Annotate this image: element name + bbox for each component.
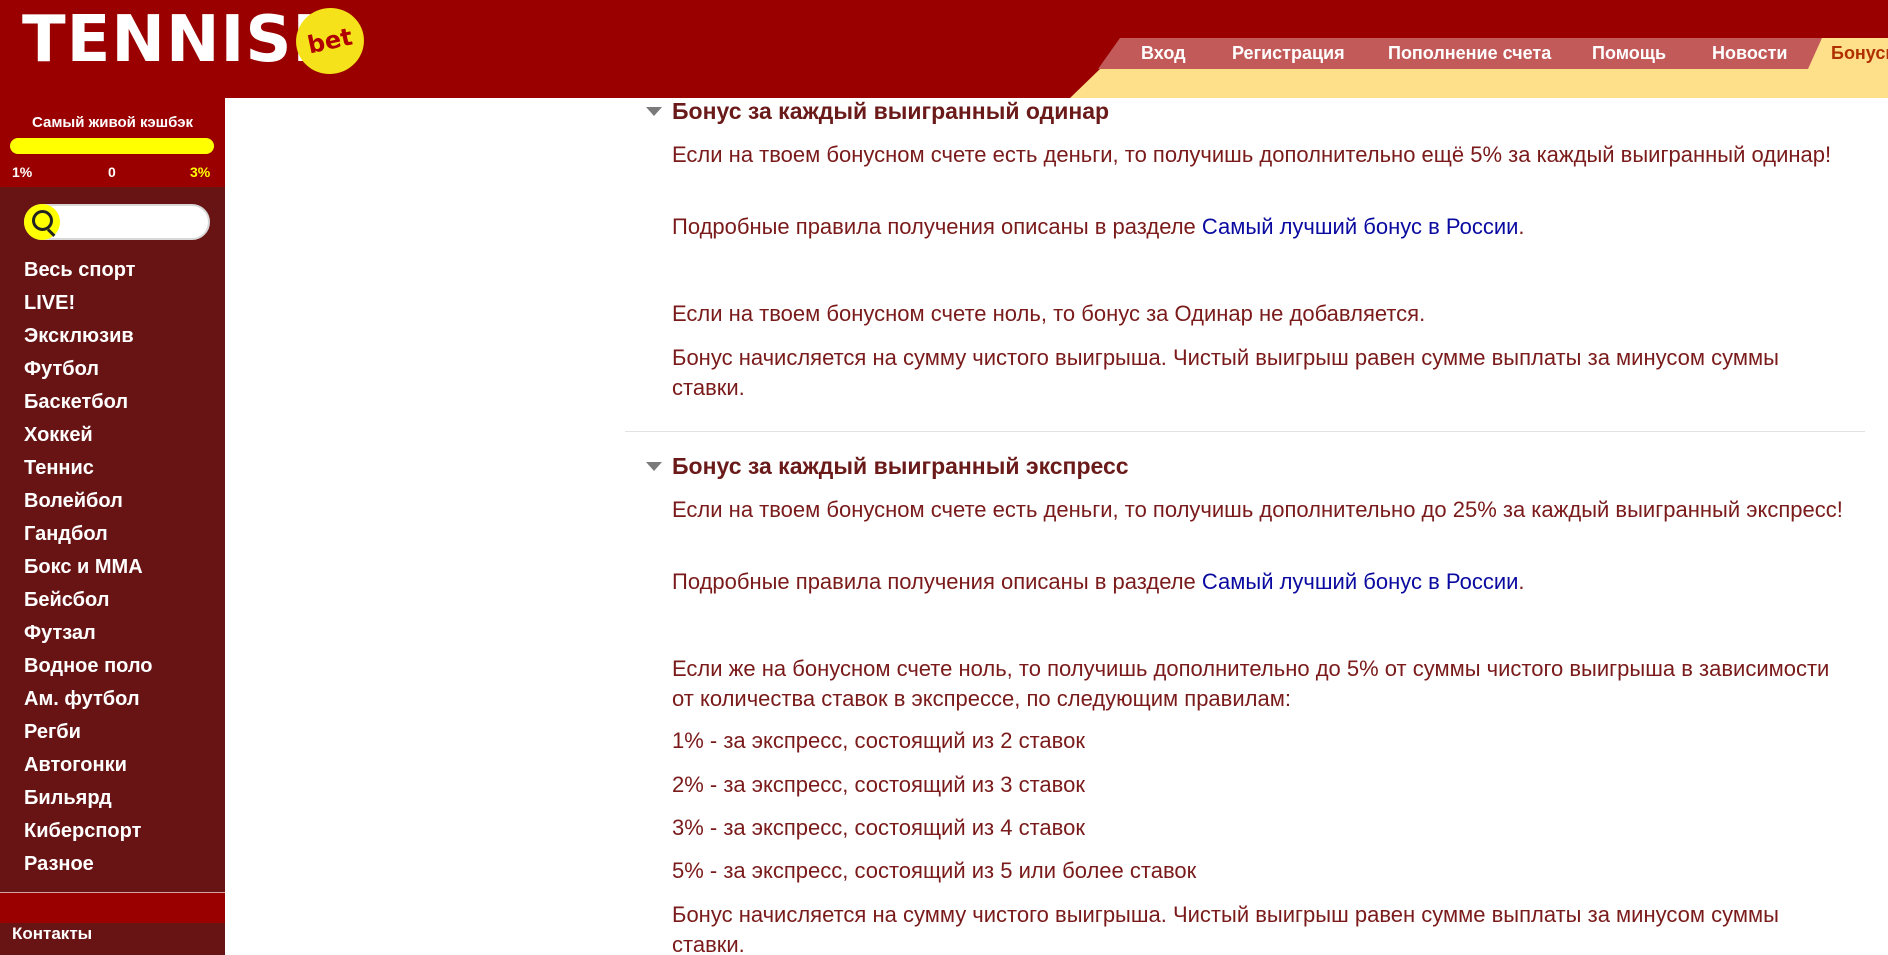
sidebar-item-esports[interactable]: Киберспорт	[24, 815, 153, 848]
nav-register[interactable]: Регистрация	[1232, 38, 1345, 69]
collapse-caret-icon[interactable]	[646, 107, 662, 116]
sidebar-item-live[interactable]: LIVE!	[24, 287, 153, 320]
sidebar-item-exclusive[interactable]: Эксклюзив	[24, 320, 153, 353]
sidebar-item-rugby[interactable]: Регби	[24, 716, 153, 749]
section-express-p3: Бонус начисляется на сумму чистого выигр…	[672, 902, 1779, 955]
section-express-p2: Если же на бонусном счете ноль, то получ…	[672, 656, 1830, 711]
express-tier-item: 1% - за экспресс, состоящий из 2 ставок	[672, 728, 1085, 753]
sidebar-footer-band	[0, 893, 225, 923]
sidebar-item-futsal[interactable]: Футзал	[24, 617, 153, 650]
collapse-caret-icon[interactable]	[646, 462, 662, 471]
section-express-rules: Подробные правила получения описаны в ра…	[672, 567, 1852, 597]
cashback-widget: Самый живой кэшбэк 1% 0 3%	[0, 98, 225, 187]
sidebar-item-tennis[interactable]: Теннис	[24, 452, 153, 485]
sidebar-item-boxing-mma[interactable]: Бокс и ММА	[24, 551, 153, 584]
sidebar-item-handball[interactable]: Гандбол	[24, 518, 153, 551]
section-single-p2: Если на твоем бонусном счете ноль, то бо…	[672, 301, 1426, 326]
sports-list: Весь спорт LIVE! Эксклюзив Футбол Баскет…	[24, 254, 153, 881]
sidebar-item-billiards[interactable]: Бильярд	[24, 782, 153, 815]
express-tier-item: 2% - за экспресс, состоящий из 3 ставок	[672, 772, 1085, 797]
sidebar: Самый живой кэшбэк 1% 0 3% Весь спорт LI…	[0, 98, 225, 955]
nav-bonuses[interactable]: Бонусы	[1808, 38, 1888, 69]
nav-news[interactable]: Новости	[1712, 38, 1787, 69]
main-content: Бонус за каждый выигранный одинар Если н…	[225, 98, 1888, 955]
sidebar-item-hockey[interactable]: Хоккей	[24, 419, 153, 452]
search-icon[interactable]	[24, 204, 60, 240]
cashback-current: 0	[108, 164, 116, 180]
sidebar-item-basketball[interactable]: Баскетбол	[24, 386, 153, 419]
contacts-link[interactable]: Контакты	[12, 924, 92, 944]
sidebar-item-motorsport[interactable]: Автогонки	[24, 749, 153, 782]
express-tier-item: 5% - за экспресс, состоящий из 5 или бол…	[672, 858, 1197, 883]
nav-deposit[interactable]: Пополнение счета	[1388, 38, 1551, 69]
logo-wordmark[interactable]: TENNISI	[22, 8, 317, 72]
section-single-rules: Подробные правила получения описаны в ра…	[672, 212, 1852, 242]
sidebar-item-american-football[interactable]: Ам. футбол	[24, 683, 153, 716]
sidebar-item-volleyball[interactable]: Волейбол	[24, 485, 153, 518]
cashback-progress-bar	[10, 138, 214, 154]
sidebar-item-football[interactable]: Футбол	[24, 353, 153, 386]
nav-login[interactable]: Вход	[1141, 38, 1186, 69]
cashback-title: Самый живой кэшбэк	[31, 114, 194, 131]
rules-text: Подробные правила получения описаны в ра…	[672, 569, 1202, 594]
sidebar-item-all-sports[interactable]: Весь спорт	[24, 254, 153, 287]
best-bonus-link[interactable]: Самый лучший бонус в России	[1202, 569, 1519, 594]
section-single-p3: Бонус начисляется на сумму чистого выигр…	[672, 345, 1779, 400]
section-single-p1: Если на твоем бонусном счете есть деньги…	[672, 142, 1832, 167]
nav-underline-strip	[1070, 69, 1888, 98]
sidebar-item-water-polo[interactable]: Водное поло	[24, 650, 153, 683]
express-tier-item: 3% - за экспресс, состоящий из 4 ставок	[672, 815, 1085, 840]
section-title-single[interactable]: Бонус за каждый выигранный одинар	[672, 98, 1109, 125]
rules-text: Подробные правила получения описаны в ра…	[672, 214, 1202, 239]
rules-suffix: .	[1518, 569, 1525, 594]
section-express-p1: Если на твоем бонусном счете есть деньги…	[672, 497, 1843, 522]
best-bonus-link[interactable]: Самый лучший бонус в России	[1202, 214, 1519, 239]
sidebar-item-other[interactable]: Разное	[24, 848, 153, 881]
nav-help[interactable]: Помощь	[1592, 38, 1666, 69]
search-input[interactable]	[66, 212, 204, 234]
cashback-max: 3%	[190, 164, 211, 180]
header: TENNISI bet Вход Регистрация Пополнение …	[0, 0, 1888, 98]
section-title-express[interactable]: Бонус за каждый выигранный экспресс	[672, 453, 1129, 480]
search-box	[24, 204, 210, 240]
section-divider	[625, 431, 1865, 432]
sidebar-item-baseball[interactable]: Бейсбол	[24, 584, 153, 617]
cashback-min: 1%	[12, 164, 33, 180]
rules-suffix: .	[1518, 214, 1525, 239]
